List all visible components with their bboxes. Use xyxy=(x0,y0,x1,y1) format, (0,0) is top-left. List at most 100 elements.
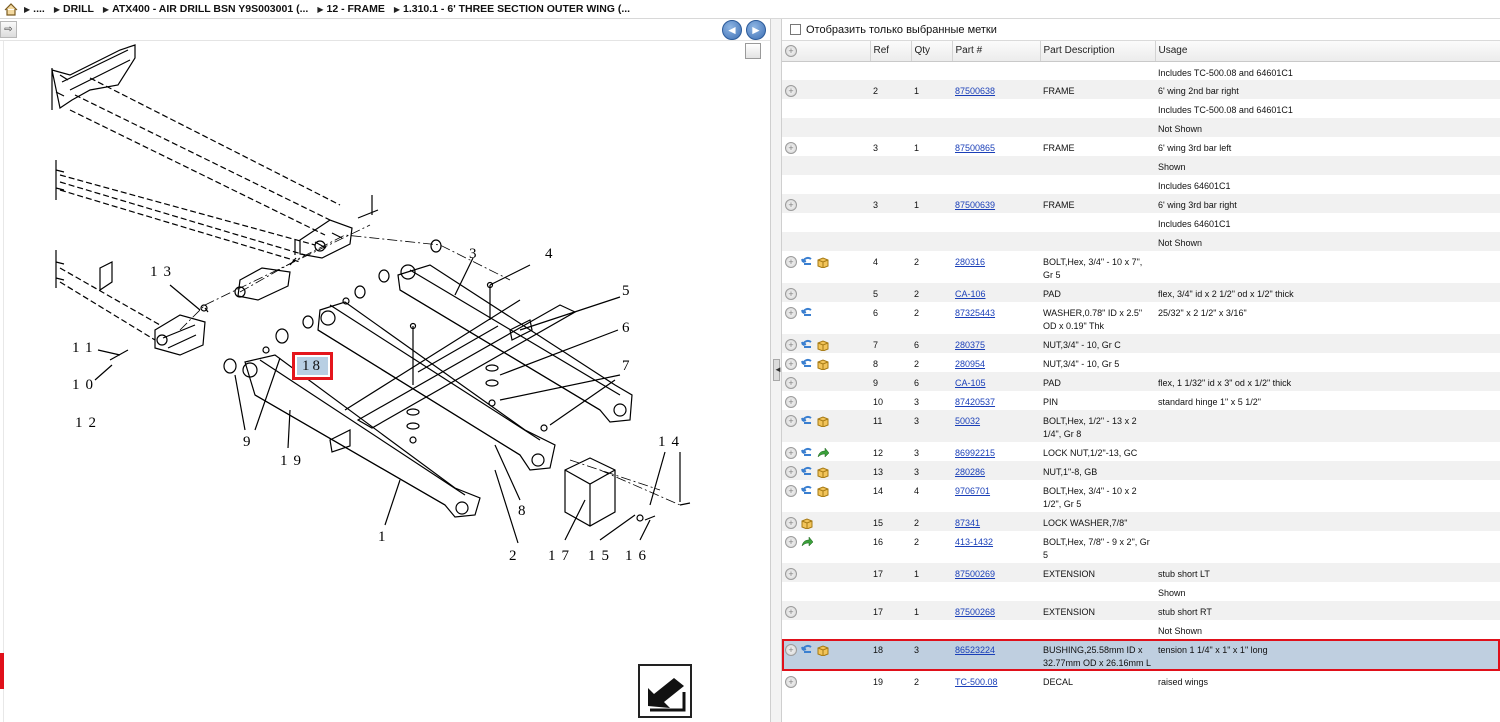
breadcrumb-item[interactable]: DRILL xyxy=(63,3,94,15)
callout-label[interactable]: 9 xyxy=(243,434,251,450)
column-header-qty[interactable]: Qty xyxy=(911,41,953,62)
table-row[interactable]: +10 3 87420537 PIN standard hinge 1" x 5 1/2… xyxy=(782,391,1500,410)
breadcrumb-item[interactable]: .... xyxy=(33,3,45,15)
add-to-cart-icon[interactable]: + xyxy=(785,377,797,389)
add-to-cart-icon[interactable]: + xyxy=(785,536,797,548)
breadcrumb-item[interactable]: 12 - FRAME xyxy=(326,3,384,15)
package-icon[interactable] xyxy=(817,256,829,268)
table-row[interactable]: +9 6 CA-105 PAD flex, 1 1/32" id x 3" od x 1… xyxy=(782,372,1500,391)
table-row[interactable]: +13 3 280286 NUT,1"-8, GB xyxy=(782,461,1500,480)
column-header-part[interactable]: Part # xyxy=(952,41,1041,62)
breadcrumb-item[interactable]: 1.310.1 - 6' THREE SECTION OUTER WING (.… xyxy=(403,3,630,15)
table-row[interactable]: Not Shown xyxy=(782,232,1500,251)
callout-label[interactable]: 8 xyxy=(518,503,526,519)
table-row[interactable]: Includes 64601C1 xyxy=(782,175,1500,194)
table-row[interactable]: +6 2 87325443 WASHER,0.78" ID x 2.5" OD x 0… xyxy=(782,302,1500,334)
substitute-arrow-icon[interactable] xyxy=(801,447,813,459)
substitute-arrow-icon[interactable] xyxy=(801,644,813,656)
table-row[interactable]: +2 1 87500638 FRAME 6' wing 2nd bar right xyxy=(782,80,1500,99)
part-number-link[interactable]: 280954 xyxy=(955,359,985,369)
substitute-arrow-icon[interactable] xyxy=(801,485,813,497)
selected-callout-box[interactable]: 18 xyxy=(292,352,333,380)
table-row[interactable]: +3 1 87500639 FRAME 6' wing 3rd bar right xyxy=(782,194,1500,213)
callout-label[interactable]: 4 xyxy=(545,246,553,262)
part-number-link[interactable]: 280375 xyxy=(955,340,985,350)
part-number-link[interactable]: 413-1432 xyxy=(955,537,993,547)
table-row[interactable]: +8 2 280954 NUT,3/4" - 10, Gr 5 xyxy=(782,353,1500,372)
table-row[interactable]: +7 6 280375 NUT,3/4" - 10, Gr C xyxy=(782,334,1500,353)
part-number-link[interactable]: 87420537 xyxy=(955,397,995,407)
table-row[interactable]: +15 2 87341 LOCK WASHER,7/8" xyxy=(782,512,1500,531)
callout-label[interactable]: 13 xyxy=(150,264,177,280)
part-number-link[interactable]: 86992215 xyxy=(955,448,995,458)
package-icon[interactable] xyxy=(817,644,829,656)
add-to-cart-icon[interactable]: + xyxy=(785,606,797,618)
add-to-cart-icon[interactable]: + xyxy=(785,415,797,427)
add-to-cart-icon[interactable]: + xyxy=(785,339,797,351)
package-icon[interactable] xyxy=(817,485,829,497)
callout-label[interactable]: 11 xyxy=(72,340,98,356)
column-header-ref[interactable]: Ref xyxy=(870,41,912,62)
replacement-arrow-icon[interactable] xyxy=(817,447,829,459)
part-number-link[interactable]: 9706701 xyxy=(955,486,990,496)
substitute-arrow-icon[interactable] xyxy=(801,307,813,319)
part-number-link[interactable]: 87500269 xyxy=(955,569,995,579)
add-to-cart-icon[interactable]: + xyxy=(785,199,797,211)
home-icon[interactable] xyxy=(4,2,18,16)
package-icon[interactable] xyxy=(817,466,829,478)
table-row[interactable]: +11 3 50032 BOLT,Hex, 1/2" - 13 x 2 1/4", G… xyxy=(782,410,1500,442)
table-row[interactable]: Not Shown xyxy=(782,620,1500,639)
pane-splitter[interactable]: ◄ xyxy=(770,19,782,722)
substitute-arrow-icon[interactable] xyxy=(801,339,813,351)
column-header-description[interactable]: Part Description xyxy=(1040,41,1156,62)
part-number-link[interactable]: 86523224 xyxy=(955,645,995,655)
callout-label[interactable]: 12 xyxy=(75,415,102,431)
callout-label[interactable]: 16 xyxy=(625,548,652,564)
package-icon[interactable] xyxy=(801,517,813,529)
callout-label[interactable]: 3 xyxy=(469,246,477,262)
add-to-cart-icon[interactable]: + xyxy=(785,396,797,408)
table-row[interactable]: +3 1 87500865 FRAME 6' wing 3rd bar left xyxy=(782,137,1500,156)
table-row[interactable]: Includes TC-500.08 and 64601C1 xyxy=(782,99,1500,118)
part-number-link[interactable]: 87325443 xyxy=(955,308,995,318)
add-to-cart-icon[interactable]: + xyxy=(785,466,797,478)
table-row[interactable]: +17 1 87500269 EXTENSION stub short LT xyxy=(782,563,1500,582)
add-to-cart-icon[interactable]: + xyxy=(785,307,797,319)
table-row[interactable]: Shown xyxy=(782,156,1500,175)
add-to-cart-icon[interactable]: + xyxy=(785,447,797,459)
arrow-right-icon[interactable]: ► xyxy=(746,20,766,40)
callout-label[interactable]: 6 xyxy=(622,320,630,336)
show-selected-only-checkbox[interactable] xyxy=(790,24,801,35)
substitute-arrow-icon[interactable] xyxy=(801,466,813,478)
add-to-cart-icon[interactable]: + xyxy=(785,676,797,688)
callout-label[interactable]: 15 xyxy=(588,548,615,564)
replacement-arrow-icon[interactable] xyxy=(801,536,813,548)
callout-label[interactable]: 17 xyxy=(548,548,575,564)
add-to-cart-icon[interactable]: + xyxy=(785,85,797,97)
callout-label[interactable]: 19 xyxy=(280,453,307,469)
arrow-left-icon[interactable]: ◄ xyxy=(722,20,742,40)
table-row[interactable]: +5 2 CA-106 PAD flex, 3/4" id x 2 1/2" od x … xyxy=(782,283,1500,302)
callout-label[interactable]: 10 xyxy=(72,377,99,393)
add-to-cart-icon[interactable]: + xyxy=(785,142,797,154)
table-row[interactable]: +18 3 86523224 BUSHING,25.58mm ID x 32.77mm… xyxy=(782,639,1500,671)
table-row[interactable]: Shown xyxy=(782,582,1500,601)
table-row[interactable]: +12 3 86992215 LOCK NUT,1/2"-13, GC xyxy=(782,442,1500,461)
table-row[interactable]: +16 2 413-1432 BOLT,Hex, 7/8" - 9 x 2", Gr … xyxy=(782,531,1500,563)
table-row[interactable]: +4 2 280316 BOLT,Hex, 3/4" - 10 x 7", Gr 5 xyxy=(782,251,1500,283)
table-row[interactable]: +17 1 87500268 EXTENSION stub short RT xyxy=(782,601,1500,620)
add-to-cart-icon[interactable]: + xyxy=(785,358,797,370)
part-number-link[interactable]: 50032 xyxy=(955,416,980,426)
part-number-link[interactable]: 87341 xyxy=(955,518,980,528)
expand-panel-icon[interactable]: ⇨ xyxy=(0,21,17,38)
table-row[interactable]: Includes TC-500.08 and 64601C1 xyxy=(782,61,1500,80)
add-to-cart-icon[interactable]: + xyxy=(785,288,797,300)
part-number-link[interactable]: CA-105 xyxy=(955,378,986,388)
part-number-link[interactable]: 280316 xyxy=(955,257,985,267)
callout-label[interactable]: 14 xyxy=(658,434,685,450)
add-to-cart-icon[interactable]: + xyxy=(785,256,797,268)
add-all-icon[interactable]: + xyxy=(785,44,797,57)
table-row[interactable]: +14 4 9706701 BOLT,Hex, 3/4" - 10 x 2 1/2",… xyxy=(782,480,1500,512)
add-to-cart-icon[interactable]: + xyxy=(785,568,797,580)
table-row[interactable]: +19 2 TC-500.08 DECAL raised wings xyxy=(782,671,1500,690)
